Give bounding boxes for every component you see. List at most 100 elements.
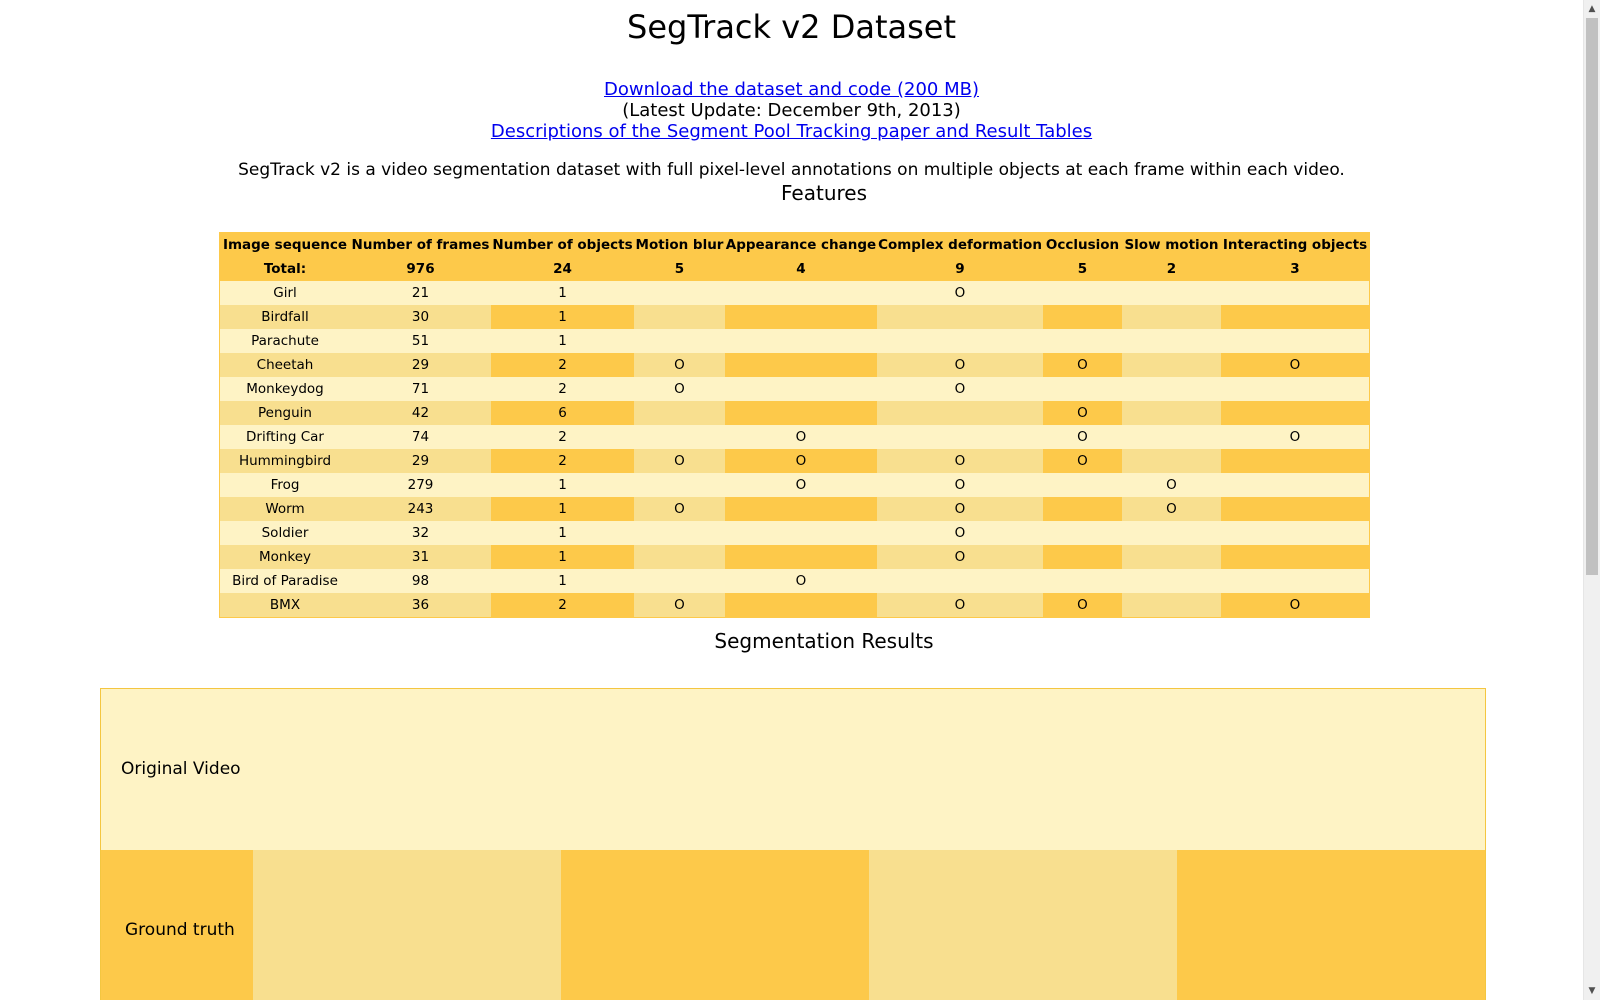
objects-count: 2 <box>491 425 634 449</box>
interacting-objects-mark <box>1221 473 1370 497</box>
dataset-description: SegTrack v2 is a video segmentation data… <box>238 160 1345 180</box>
appearance-change-mark: O <box>725 569 877 593</box>
objects-count: 2 <box>491 449 634 473</box>
frames-count: 29 <box>350 449 491 473</box>
interacting-objects-mark <box>1221 377 1370 401</box>
appearance-change-mark <box>725 545 877 569</box>
header-slow-motion: Slow motion <box>1122 232 1221 257</box>
download-link[interactable]: Download the dataset and code (200 MB) <box>604 79 979 100</box>
occlusion-mark: O <box>1043 425 1122 449</box>
header-occlusion: Occlusion <box>1043 232 1122 257</box>
motion-blur-mark <box>634 329 725 353</box>
header-number-of-frames: Number of frames <box>350 232 491 257</box>
slow-motion-mark <box>1122 449 1221 473</box>
header-appearance-change: Appearance change <box>725 232 877 257</box>
occlusion-mark <box>1043 545 1122 569</box>
occlusion-mark <box>1043 281 1122 305</box>
scroll-down-arrow-icon[interactable]: ▼ <box>1584 983 1600 999</box>
occlusion-mark: O <box>1043 353 1122 377</box>
frames-count: 31 <box>350 545 491 569</box>
occlusion-mark: O <box>1043 401 1122 425</box>
total-complex-deformation: 9 <box>877 257 1043 281</box>
total-label: Total: <box>219 257 350 281</box>
occlusion-mark <box>1043 521 1122 545</box>
objects-count: 6 <box>491 401 634 425</box>
complex-deformation-mark <box>877 569 1043 593</box>
occlusion-mark <box>1043 569 1122 593</box>
table-row: Drifting Car 74 2 O O O <box>219 425 1370 449</box>
table-row: Parachute 51 1 <box>219 329 1370 353</box>
scroll-thumb[interactable] <box>1586 18 1598 575</box>
header-image-sequence: Image sequence <box>219 232 350 257</box>
objects-count: 1 <box>491 497 634 521</box>
sequence-name: Bird of Paradise <box>219 569 350 593</box>
complex-deformation-mark: O <box>877 353 1043 377</box>
motion-blur-mark <box>634 569 725 593</box>
objects-count: 1 <box>491 545 634 569</box>
table-row: Girl 21 1 O <box>219 281 1370 305</box>
vertical-scrollbar[interactable]: ▲ ▼ <box>1583 0 1600 1000</box>
features-table-body: Total: 976 24 5 4 9 5 2 3 Girl 21 1 O Birdfa… <box>219 257 1370 618</box>
interacting-objects-mark: O <box>1221 425 1370 449</box>
frames-count: 32 <box>350 521 491 545</box>
sequence-name: Frog <box>219 473 350 497</box>
objects-count: 1 <box>491 329 634 353</box>
complex-deformation-mark: O <box>877 281 1043 305</box>
objects-count: 2 <box>491 353 634 377</box>
page: SegTrack v2 Dataset Download the dataset… <box>0 0 1583 1000</box>
frames-count: 98 <box>350 569 491 593</box>
objects-count: 2 <box>491 377 634 401</box>
sequence-name: Soldier <box>219 521 350 545</box>
scroll-up-arrow-icon[interactable]: ▲ <box>1584 1 1600 17</box>
interacting-objects-mark <box>1221 497 1370 521</box>
header-complex-deformation: Complex deformation <box>877 232 1043 257</box>
page-title: SegTrack v2 Dataset <box>627 8 956 46</box>
sequence-name: Girl <box>219 281 350 305</box>
complex-deformation-mark: O <box>877 521 1043 545</box>
appearance-change-mark: O <box>725 449 877 473</box>
table-row: Monkey 31 1 O <box>219 545 1370 569</box>
total-row: Total: 976 24 5 4 9 5 2 3 <box>219 257 1370 281</box>
total-interacting-objects: 3 <box>1221 257 1370 281</box>
motion-blur-mark: O <box>634 497 725 521</box>
frames-count: 279 <box>350 473 491 497</box>
table-row: Hummingbird 29 2 O O O O <box>219 449 1370 473</box>
interacting-objects-mark: O <box>1221 593 1370 618</box>
table-row: Soldier 32 1 O <box>219 521 1370 545</box>
descriptions-link[interactable]: Descriptions of the Segment Pool Trackin… <box>491 121 1092 142</box>
interacting-objects-mark <box>1221 401 1370 425</box>
objects-count: 2 <box>491 593 634 618</box>
complex-deformation-mark <box>877 305 1043 329</box>
slow-motion-mark <box>1122 281 1221 305</box>
table-row: Cheetah 29 2 O O O O <box>219 353 1370 377</box>
slow-motion-mark <box>1122 521 1221 545</box>
objects-count: 1 <box>491 281 634 305</box>
appearance-change-mark <box>725 281 877 305</box>
interacting-objects-mark <box>1221 569 1370 593</box>
sequence-name: Parachute <box>219 329 350 353</box>
total-motion-blur: 5 <box>634 257 725 281</box>
occlusion-mark <box>1043 473 1122 497</box>
slow-motion-mark <box>1122 401 1221 425</box>
header-number-of-objects: Number of objects <box>491 232 634 257</box>
sequence-name: Birdfall <box>219 305 350 329</box>
results-heading: Segmentation Results <box>714 629 934 653</box>
slow-motion-mark <box>1122 425 1221 449</box>
slow-motion-mark <box>1122 305 1221 329</box>
original-video-label: Original Video <box>121 759 241 779</box>
results-table: Original Video Ground truth <box>100 688 1486 1000</box>
sequence-name: Penguin <box>219 401 350 425</box>
motion-blur-mark <box>634 473 725 497</box>
sequence-name: BMX <box>219 593 350 618</box>
motion-blur-mark <box>634 281 725 305</box>
table-row: Worm 243 1 O O O <box>219 497 1370 521</box>
results-row-original-video: Original Video <box>101 689 1485 850</box>
frames-count: 71 <box>350 377 491 401</box>
features-header-row: Image sequence Number of frames Number o… <box>219 232 1370 257</box>
sequence-name: Worm <box>219 497 350 521</box>
results-row-ground-truth: Ground truth <box>101 850 1485 1000</box>
appearance-change-mark: O <box>725 473 877 497</box>
ground-truth-cell <box>1177 850 1485 1000</box>
occlusion-mark: O <box>1043 449 1122 473</box>
slow-motion-mark: O <box>1122 497 1221 521</box>
